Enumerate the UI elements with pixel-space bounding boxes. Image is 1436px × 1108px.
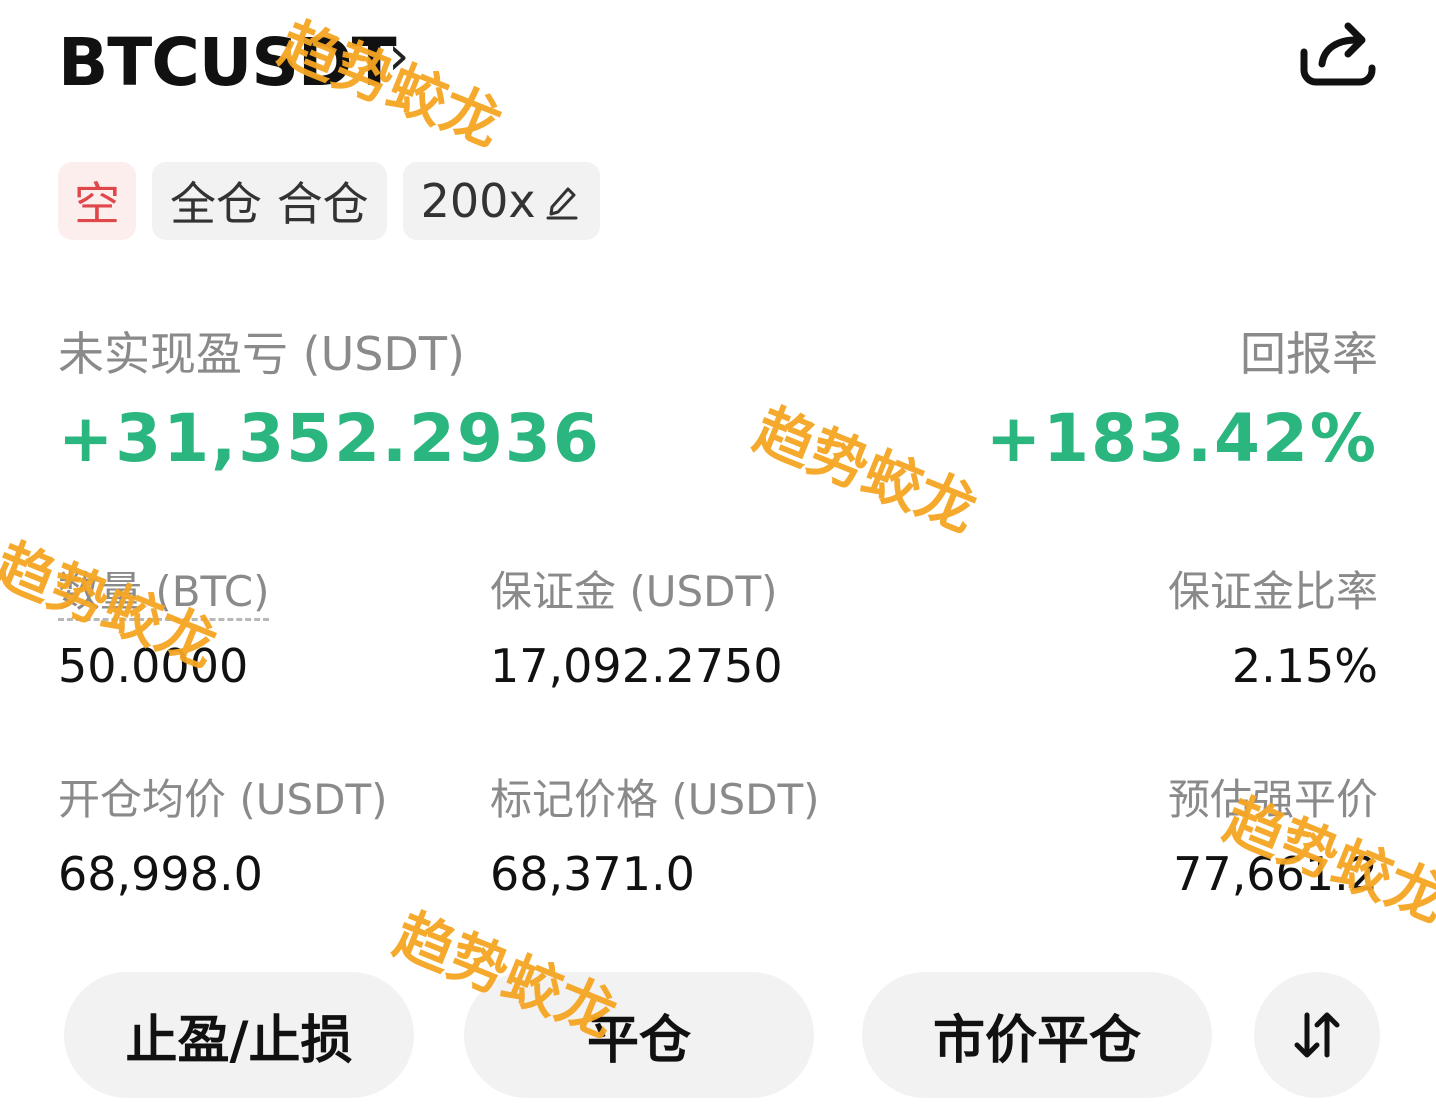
quantity-label[interactable]: 数量 (BTC) [58,567,270,621]
entry-price-value: 68,998.0 [58,847,263,901]
quantity-cell: 数量 (BTC) 50.0000 [58,558,270,693]
close-position-button[interactable]: 平仓 [464,972,814,1098]
share-icon[interactable] [1298,18,1378,88]
margin-ratio-label: 保证金比率 [1167,567,1378,616]
tpsl-button[interactable]: 止盈/止损 [64,972,414,1098]
unrealized-pnl-label: 未实现盈亏 (USDT) [58,327,465,381]
margin-cell: 保证金 (USDT) 17,092.2750 [490,558,783,693]
leverage-badge[interactable]: 200x [402,162,600,240]
margin-value: 17,092.2750 [490,639,783,693]
pencil-icon [546,187,578,220]
entry-price-label: 开仓均价 (USDT) [58,775,388,824]
margin-ratio-value: 2.15% [1231,639,1378,693]
watermark-text: 趋势蛟龙 [745,395,986,546]
liq-price-label: 预估强平价 [1167,775,1378,824]
entry-price-cell: 开仓均价 (USDT) 68,998.0 [58,766,388,901]
unrealized-pnl-value: +31,352.2936 [58,400,601,477]
liq-price-cell: 预估强平价 77,661.2 [1168,766,1378,901]
position-tags: 空 全仓 合仓 200x [58,162,600,242]
quantity-value: 50.0000 [58,639,249,693]
action-bar: 止盈/止损 平仓 市价平仓 [64,972,1380,1100]
margin-ratio-cell: 保证金比率 2.15% [1168,558,1378,693]
swap-vertical-icon [1294,1012,1340,1058]
leverage-value: 200x [420,174,536,228]
margin-mode-badge[interactable]: 全仓 合仓 [152,162,387,240]
chevron-right-icon[interactable]: › [388,24,410,87]
margin-label: 保证金 (USDT) [490,567,778,616]
side-badge: 空 [58,162,136,240]
reverse-position-button[interactable] [1254,972,1380,1098]
market-close-button[interactable]: 市价平仓 [862,972,1212,1098]
mark-price-cell: 标记价格 (USDT) 68,371.0 [490,766,820,901]
roe-label: 回报率 [1240,327,1378,381]
header: BTCUSDT › [58,18,1378,101]
mark-price-value: 68,371.0 [490,847,695,901]
liq-price-value: 77,661.2 [1173,847,1378,901]
symbol-title[interactable]: BTCUSDT [58,24,397,101]
roe-value: +183.42% [985,400,1378,477]
mark-price-label: 标记价格 (USDT) [490,775,820,824]
